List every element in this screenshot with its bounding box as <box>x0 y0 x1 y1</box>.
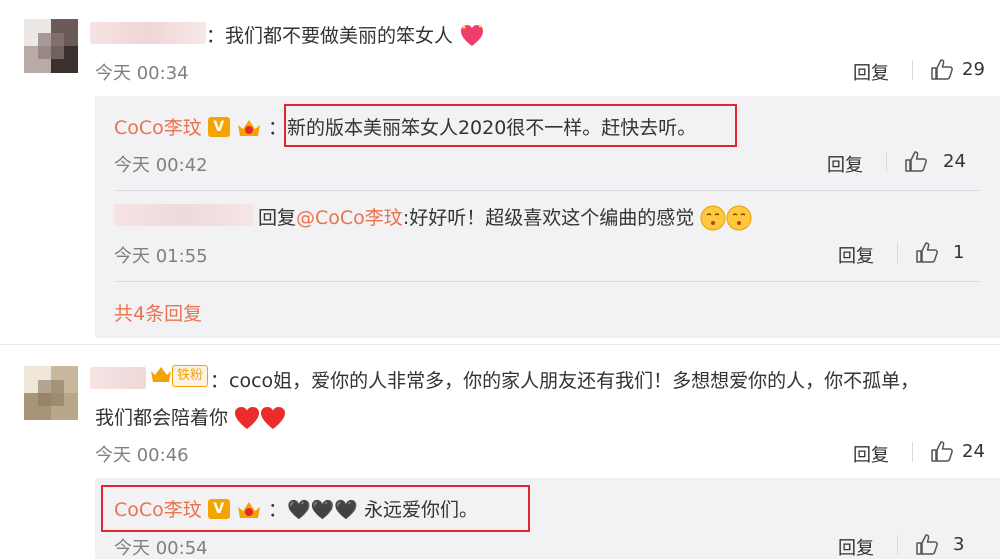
heart-icon <box>261 407 286 429</box>
verified-v-icon <box>207 499 230 519</box>
comment-time: 今天 00:46 <box>95 445 189 466</box>
thumbs-up-icon[interactable] <box>904 150 928 172</box>
comment-time: 今天 00:34 <box>95 63 189 84</box>
crown-icon <box>237 502 260 518</box>
divider <box>912 442 913 462</box>
reply-text: ：新的版本美丽笨女人2020很不一样。赶快去听。 <box>267 117 697 139</box>
kiss-face-icon <box>700 205 726 231</box>
divider <box>114 190 980 191</box>
reply-text: ：🖤🖤🖤 永远爱你们。 <box>267 499 478 521</box>
like-count: 1 <box>953 242 965 263</box>
thumbs-up-icon[interactable] <box>930 58 954 80</box>
reply-button[interactable]: 回复 <box>838 534 874 560</box>
like-count: 3 <box>953 534 965 555</box>
reply-button[interactable]: 回复 <box>838 242 874 268</box>
author-link[interactable]: CoCo李玟 <box>114 117 202 139</box>
like-count: 24 <box>962 441 985 462</box>
username-blurred[interactable] <box>114 204 254 226</box>
fan-badge-label: 铁粉 <box>172 365 209 387</box>
reply-row: 回复@CoCo李玟:好好听！超级喜欢这个编曲的感觉 <box>258 203 752 231</box>
avatar[interactable] <box>24 366 78 420</box>
divider <box>0 344 1000 345</box>
divider <box>897 243 898 263</box>
thumbs-up-icon[interactable] <box>930 440 954 462</box>
crown-icon <box>151 367 171 382</box>
username-blurred[interactable] <box>90 22 206 44</box>
crown-icon <box>237 120 260 136</box>
reply-button[interactable]: 回复 <box>827 151 863 177</box>
reply-time: 今天 00:54 <box>114 538 208 559</box>
avatar[interactable] <box>24 19 78 73</box>
like-count: 24 <box>943 151 966 172</box>
comment-text: ：coco姐，爱你的人非常多，你的家人朋友还有我们！多想想爱你的人，你不孤单， <box>210 370 920 392</box>
reply-row: CoCo李玟 ：新的版本美丽笨女人2020很不一样。赶快去听。 <box>114 113 696 140</box>
author-link[interactable]: CoCo李玟 <box>114 499 202 521</box>
reply-time: 今天 00:42 <box>114 155 208 176</box>
thumbs-up-icon[interactable] <box>915 241 939 263</box>
divider <box>886 152 887 172</box>
reply-button[interactable]: 回复 <box>853 59 889 85</box>
fan-badge: 铁粉 <box>150 365 209 387</box>
divider <box>897 535 898 555</box>
kiss-face-icon <box>726 205 752 231</box>
divider <box>114 281 980 282</box>
more-replies-link[interactable]: 共4条回复 <box>114 299 202 326</box>
verified-v-icon <box>207 117 230 137</box>
comment-text: ：我们都不要做美丽的笨女人 <box>206 21 485 49</box>
username-blurred[interactable] <box>90 367 146 389</box>
reply-button[interactable]: 回复 <box>853 441 889 467</box>
reply-row: CoCo李玟 ：🖤🖤🖤 永远爱你们。 <box>114 495 478 522</box>
heart-icon <box>235 407 260 429</box>
thumbs-up-icon[interactable] <box>915 533 939 555</box>
like-count: 29 <box>962 59 985 80</box>
divider <box>912 60 913 80</box>
mention-link[interactable]: @CoCo李玟 <box>296 207 403 229</box>
heart-icon <box>461 24 484 46</box>
reply-time: 今天 01:55 <box>114 246 208 267</box>
comment-text-cont: 我们都会陪着你 <box>95 403 286 431</box>
